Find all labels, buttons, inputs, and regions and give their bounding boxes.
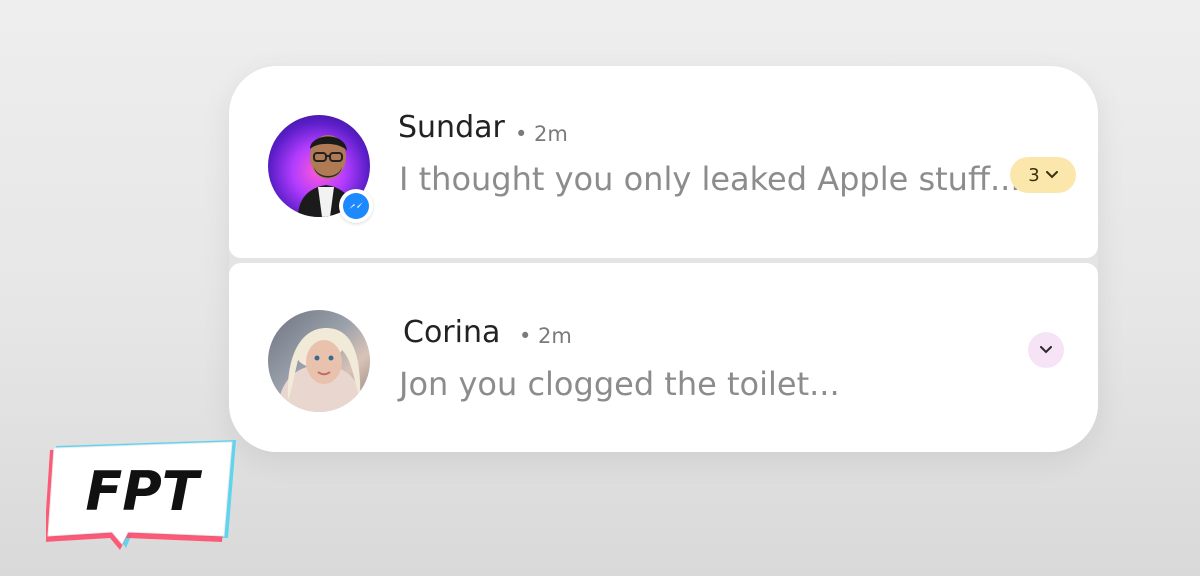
logo-text: FPT bbox=[85, 460, 202, 523]
message-count: 3 bbox=[1028, 164, 1040, 186]
expand-count-button[interactable]: 3 bbox=[1010, 157, 1076, 193]
timestamp: • 2m bbox=[519, 324, 572, 348]
sender-name: Corina bbox=[403, 315, 501, 350]
chevron-down-icon bbox=[1040, 346, 1052, 354]
message-preview: Jon you clogged the toilet... bbox=[399, 365, 840, 403]
timestamp: • 2m bbox=[515, 122, 568, 146]
messenger-badge bbox=[339, 189, 373, 223]
notification-group: Sundar • 2m I thought you only leaked Ap… bbox=[229, 66, 1098, 452]
message-preview: I thought you only leaked Apple stuff... bbox=[399, 160, 1021, 198]
chevron-down-icon bbox=[1045, 171, 1058, 179]
fpt-logo: FPT bbox=[44, 438, 242, 550]
sender-name: Sundar bbox=[398, 110, 505, 145]
avatar bbox=[268, 310, 370, 412]
avatar-person-silhouette bbox=[278, 328, 363, 412]
notification-card-sundar[interactable]: Sundar • 2m I thought you only leaked Ap… bbox=[229, 66, 1098, 258]
messenger-icon bbox=[343, 193, 369, 219]
expand-button[interactable] bbox=[1028, 332, 1064, 368]
